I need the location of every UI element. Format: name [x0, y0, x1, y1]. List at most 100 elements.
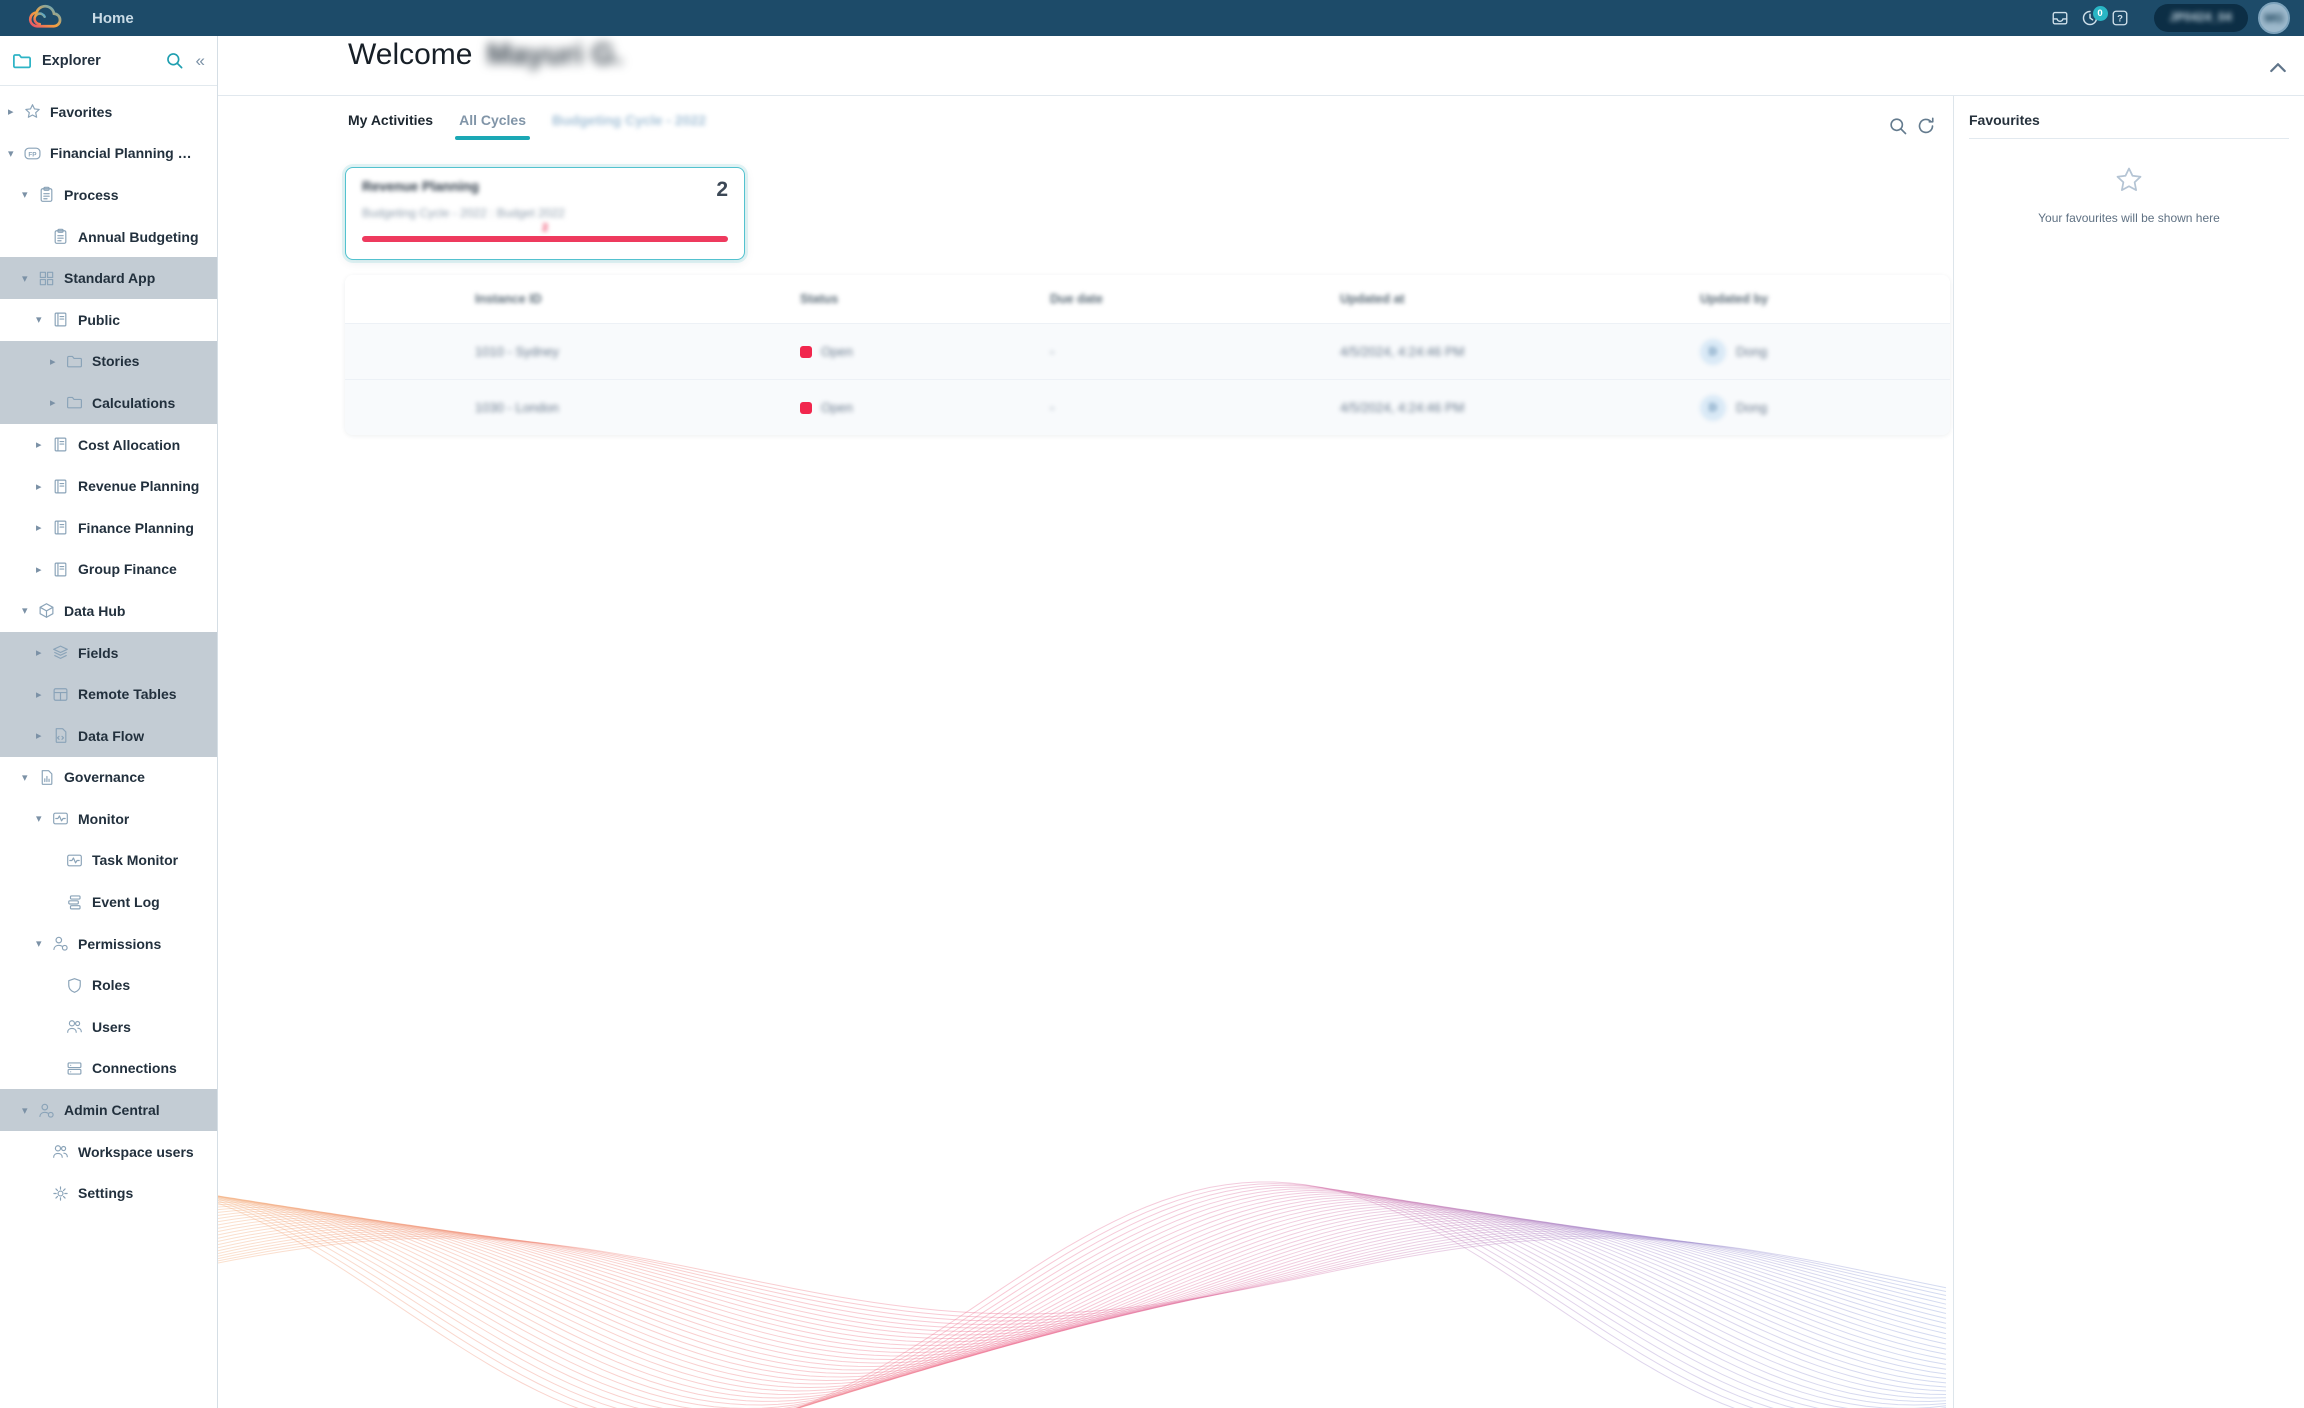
chevron-right-icon[interactable]: ▸ — [36, 563, 52, 576]
help-icon[interactable]: ? — [2110, 8, 2130, 28]
chevron-right-icon[interactable]: ▸ — [50, 355, 66, 368]
sidebar-item-label: Process — [64, 187, 118, 203]
sidebar-item-connections[interactable]: Connections — [0, 1048, 217, 1090]
activity-card-revenue-planning[interactable]: Revenue Planning 2 Budgeting Cycle - 202… — [345, 167, 745, 260]
chevron-down-icon[interactable]: ▾ — [22, 272, 38, 285]
chevron-right-icon[interactable]: ▸ — [36, 438, 52, 451]
tab-all-cycles[interactable]: All Cycles — [459, 112, 526, 140]
sidebar-item-data-flow[interactable]: ▸Data Flow — [0, 715, 217, 757]
search-icon[interactable] — [1888, 116, 1908, 136]
sidebar-item-annual-budgeting[interactable]: Annual Budgeting — [0, 216, 217, 258]
notifications-clock-icon[interactable]: 0 — [2080, 8, 2100, 28]
sidebar-item-event-log[interactable]: Event Log — [0, 881, 217, 923]
collapse-header-icon[interactable] — [2266, 56, 2290, 80]
sidebar-item-standard-app[interactable]: ▾Standard App — [0, 257, 217, 299]
sidebar-item-process[interactable]: ▾ Process — [0, 174, 217, 216]
sidebar-item-label: Public — [78, 312, 120, 328]
cell-updated-by: D Dong — [1700, 339, 1950, 365]
sidebar-item-monitor[interactable]: ▾ Monitor — [0, 798, 217, 840]
sidebar-header: Explorer « — [0, 36, 217, 85]
workspace-badge[interactable]: JP0424_04 — [2154, 4, 2248, 32]
sidebar-item-calculations[interactable]: ▸ Calculations — [0, 382, 217, 424]
chevron-down-icon[interactable]: ▾ — [8, 147, 24, 160]
topbar-home-tab[interactable]: Home — [92, 10, 134, 27]
chevron-right-icon[interactable]: ▸ — [36, 688, 52, 701]
app-root: Home 0 ? JP0424_04 — [0, 0, 2304, 1408]
sidebar-item-remote-tables[interactable]: ▸ Remote Tables — [0, 673, 217, 715]
sidebar-item-cost-allocation[interactable]: ▸Cost Allocation — [0, 424, 217, 466]
folder-icon — [12, 51, 32, 71]
sidebar-item-label: Stories — [92, 353, 139, 369]
sidebar-item-fields[interactable]: ▸ Fields — [0, 632, 217, 674]
chevron-right-icon[interactable]: ▸ — [50, 396, 66, 409]
sidebar-item-stories[interactable]: ▸ Stories — [0, 341, 217, 383]
sidebar-item-revenue-planning[interactable]: ▸Revenue Planning — [0, 465, 217, 507]
col-due-date: Due date — [1050, 292, 1340, 306]
sidebar-item-admin-central[interactable]: ▾Admin Central — [0, 1089, 217, 1131]
sidebar-item-label: Monitor — [78, 811, 129, 827]
fileflow-icon — [52, 727, 69, 744]
divider — [1969, 138, 2289, 139]
chevron-right-icon[interactable]: ▸ — [8, 105, 24, 118]
book-icon — [52, 311, 69, 328]
shield-icon — [66, 977, 83, 994]
sidebar-item-data-hub[interactable]: ▾Data Hub — [0, 590, 217, 632]
favourites-panel: Favourites Your favourites will be shown… — [1953, 96, 2304, 1408]
chevron-right-icon[interactable]: ▸ — [36, 521, 52, 534]
sidebar-item-workspace-users[interactable]: Workspace users — [0, 1131, 217, 1173]
cell-due-date: - — [1050, 400, 1340, 415]
sidebar-item-group-finance[interactable]: ▸Group Finance — [0, 549, 217, 591]
favourites-title: Favourites — [1969, 112, 2289, 128]
sidebar-item-label: Remote Tables — [78, 686, 177, 702]
sidebar-item-governance[interactable]: ▾Governance — [0, 757, 217, 799]
sidebar-item-label: Calculations — [92, 395, 175, 411]
user-avatar[interactable]: MG — [2258, 2, 2290, 34]
chevron-down-icon[interactable]: ▾ — [22, 771, 38, 784]
sidebar-item-permissions[interactable]: ▾Permissions — [0, 923, 217, 965]
collapse-sidebar-icon[interactable]: « — [196, 52, 205, 69]
sidebar-item-finance-planning[interactable]: ▸Finance Planning — [0, 507, 217, 549]
svg-text:FP: FP — [28, 151, 37, 158]
tab-my-activities[interactable]: My Activities — [348, 112, 433, 140]
sidebar-item-settings[interactable]: Settings — [0, 1172, 217, 1214]
tab-budgeting-cycle-2022[interactable]: Budgeting Cycle - 2022 — [552, 112, 706, 140]
sidebar-item-label: Workspace users — [78, 1144, 194, 1160]
star-icon — [1969, 165, 2289, 195]
refresh-icon[interactable] — [1916, 116, 1936, 136]
chevron-right-icon[interactable]: ▸ — [36, 646, 52, 659]
activities-table: Instance ID Status Due date Updated at U… — [345, 275, 1950, 435]
welcome-header: Welcome Mayuri G. — [348, 38, 623, 72]
status-open-indicator — [800, 402, 812, 414]
chevron-right-icon[interactable]: ▸ — [36, 729, 52, 742]
chevron-down-icon[interactable]: ▾ — [22, 604, 38, 617]
svg-text:?: ? — [2117, 14, 2123, 25]
chevron-down-icon[interactable]: ▾ — [22, 188, 38, 201]
search-icon[interactable] — [165, 51, 184, 70]
sidebar-item-task-monitor[interactable]: Task Monitor — [0, 840, 217, 882]
chevron-down-icon[interactable]: ▾ — [22, 1104, 38, 1117]
sidebar-item-financial-planning-anal[interactable]: ▾FPFinancial Planning & Anal... — [0, 133, 217, 175]
sidebar-item-roles[interactable]: Roles — [0, 964, 217, 1006]
app-logo-icon[interactable] — [24, 2, 64, 34]
star-icon — [24, 103, 41, 120]
table-row[interactable]: 1010 - Sydney Open - 4/5/2024, 4:24:46 P… — [345, 323, 1950, 379]
chevron-down-icon[interactable]: ▾ — [36, 937, 52, 950]
chevron-down-icon[interactable]: ▾ — [36, 313, 52, 326]
main-content: My Activities All Cycles Budgeting Cycle… — [218, 96, 1953, 1408]
col-instance-id: Instance ID — [475, 292, 800, 306]
grid-icon — [38, 270, 55, 287]
sidebar-item-users[interactable]: Users — [0, 1006, 217, 1048]
chevron-right-icon[interactable]: ▸ — [36, 480, 52, 493]
chevron-down-icon[interactable]: ▾ — [36, 812, 52, 825]
sidebar-item-public[interactable]: ▾ Public — [0, 299, 217, 341]
sidebar-item-label: Fields — [78, 645, 118, 661]
table-row[interactable]: 1030 - London Open - 4/5/2024, 4:24:46 P… — [345, 379, 1950, 435]
inbox-icon[interactable] — [2050, 8, 2070, 28]
table-icon — [52, 686, 69, 703]
col-updated-at: Updated at — [1340, 292, 1700, 306]
clipboard-icon — [38, 186, 55, 203]
cell-instance-id: 1010 - Sydney — [475, 344, 800, 359]
sidebar-explorer: Explorer « ▸Favorites▾FPFinancial Planni… — [0, 36, 218, 1408]
cell-updated-at: 4/5/2024, 4:24:46 PM — [1340, 344, 1700, 359]
sidebar-item-favorites[interactable]: ▸Favorites — [0, 91, 217, 133]
